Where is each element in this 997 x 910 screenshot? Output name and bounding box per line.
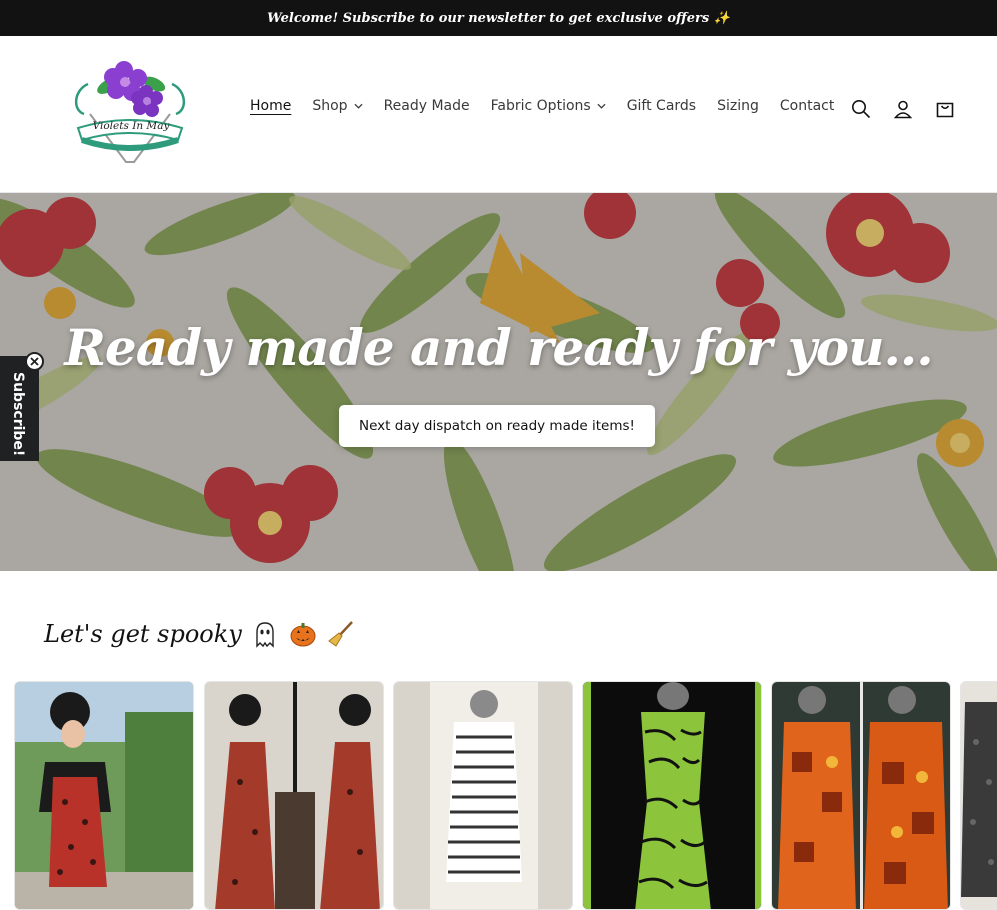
product-image bbox=[205, 682, 383, 909]
nav-item-shop[interactable]: Shop bbox=[312, 98, 363, 114]
product-image bbox=[583, 682, 761, 909]
nav-item-fabric-options[interactable]: Fabric Options bbox=[491, 98, 606, 114]
nav-label: Ready Made bbox=[383, 98, 470, 114]
product-card[interactable] bbox=[14, 681, 194, 910]
logo-text: Violets In May bbox=[92, 120, 170, 132]
broom-icon bbox=[328, 621, 353, 647]
collection-title: Let's get spooky bbox=[44, 620, 242, 648]
brand-logo[interactable]: Violets In May bbox=[68, 56, 192, 168]
product-card[interactable] bbox=[393, 681, 573, 910]
nav-label: Gift Cards bbox=[626, 98, 697, 114]
nav-item-home[interactable]: Home bbox=[250, 98, 291, 114]
close-icon[interactable] bbox=[25, 352, 44, 371]
product-card[interactable] bbox=[204, 681, 384, 910]
chevron-down-icon bbox=[597, 103, 606, 109]
hero-cta-button[interactable]: Next day dispatch on ready made items! bbox=[339, 405, 655, 447]
nav-item-ready-made[interactable]: Ready Made bbox=[384, 98, 470, 114]
header-actions bbox=[850, 97, 956, 121]
chevron-down-icon bbox=[354, 103, 363, 109]
nav-label: Shop bbox=[312, 98, 348, 114]
hero-title: Ready made and ready for you... bbox=[64, 318, 933, 377]
nav-item-contact[interactable]: Contact bbox=[780, 98, 834, 114]
cart-icon[interactable] bbox=[934, 97, 956, 121]
product-image bbox=[394, 682, 572, 909]
main-nav: Home Shop Ready Made Fabric Options Gift… bbox=[250, 98, 855, 114]
product-image bbox=[961, 682, 997, 909]
product-card[interactable] bbox=[960, 681, 997, 910]
nav-item-gift-cards[interactable]: Gift Cards bbox=[627, 98, 696, 114]
product-card[interactable] bbox=[771, 681, 951, 910]
product-image bbox=[15, 682, 193, 909]
nav-label: Contact bbox=[779, 98, 835, 114]
site-header: Violets In May Home Shop Ready Made Fabr… bbox=[0, 36, 997, 193]
jack-o-lantern-icon bbox=[290, 623, 316, 647]
product-carousel bbox=[14, 681, 997, 910]
subscribe-tab[interactable]: Subscribe! bbox=[0, 356, 39, 461]
nav-label: Fabric Options bbox=[490, 98, 591, 114]
nav-label: Home bbox=[250, 98, 292, 114]
hero-banner: Ready made and ready for you... Next day… bbox=[0, 193, 997, 571]
nav-item-sizing[interactable]: Sizing bbox=[717, 98, 759, 114]
nav-label: Sizing bbox=[717, 98, 759, 114]
collection-heading: Let's get spooky bbox=[44, 619, 356, 649]
announcement-text: Welcome! Subscribe to our newsletter to … bbox=[267, 10, 730, 26]
search-icon[interactable] bbox=[850, 97, 872, 121]
account-icon[interactable] bbox=[892, 97, 914, 121]
hero-overlay bbox=[0, 193, 997, 571]
product-image bbox=[772, 682, 950, 909]
ghost-icon bbox=[256, 622, 274, 648]
subscribe-tab-label: Subscribe! bbox=[10, 372, 26, 457]
product-card[interactable] bbox=[582, 681, 762, 910]
announcement-bar: Welcome! Subscribe to our newsletter to … bbox=[0, 0, 997, 36]
